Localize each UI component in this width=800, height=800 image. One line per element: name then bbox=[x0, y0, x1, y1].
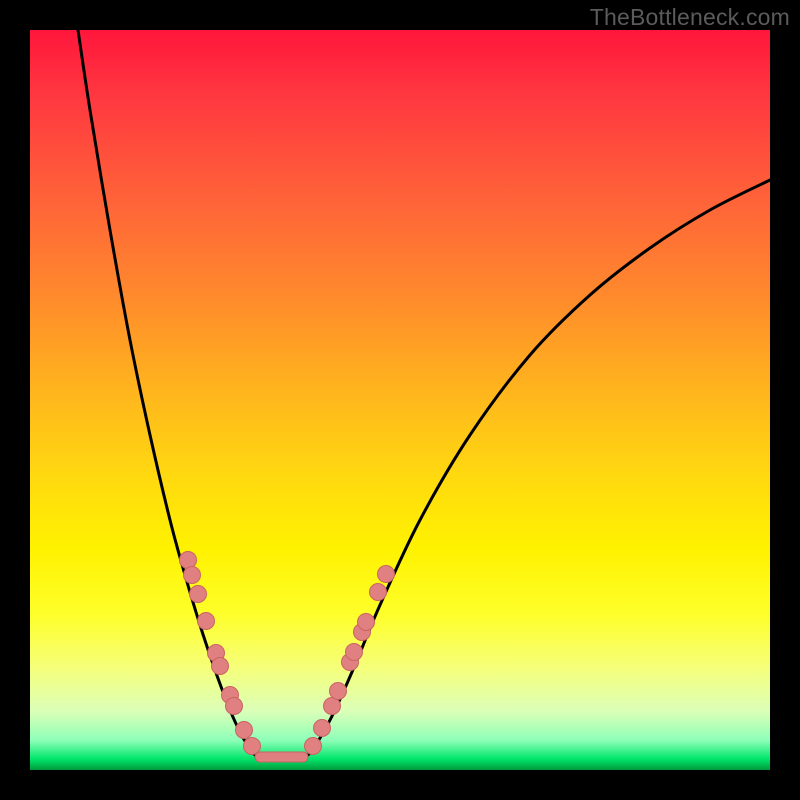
data-dot-right-7 bbox=[358, 614, 375, 631]
data-dot-left-5 bbox=[212, 658, 229, 675]
bottleneck-curve bbox=[78, 30, 770, 759]
data-dot-left-7 bbox=[226, 698, 243, 715]
data-dot-left-8 bbox=[236, 722, 253, 739]
data-dot-left-3 bbox=[198, 613, 215, 630]
data-dot-left-0 bbox=[180, 552, 197, 569]
plot-area bbox=[30, 30, 770, 770]
data-dot-left-9 bbox=[244, 738, 261, 755]
watermark-text: TheBottleneck.com bbox=[590, 4, 790, 31]
data-dot-right-5 bbox=[346, 644, 363, 661]
data-dot-left-1 bbox=[184, 567, 201, 584]
data-dot-right-1 bbox=[314, 720, 331, 737]
data-dot-left-2 bbox=[190, 586, 207, 603]
data-dot-right-8 bbox=[370, 584, 387, 601]
data-dot-right-0 bbox=[305, 738, 322, 755]
data-dot-right-9 bbox=[378, 566, 395, 583]
data-dot-right-3 bbox=[330, 683, 347, 700]
chart-frame: TheBottleneck.com bbox=[0, 0, 800, 800]
curve-svg bbox=[30, 30, 770, 770]
flat-minimum-segment bbox=[255, 752, 308, 762]
data-dot-right-2 bbox=[324, 698, 341, 715]
